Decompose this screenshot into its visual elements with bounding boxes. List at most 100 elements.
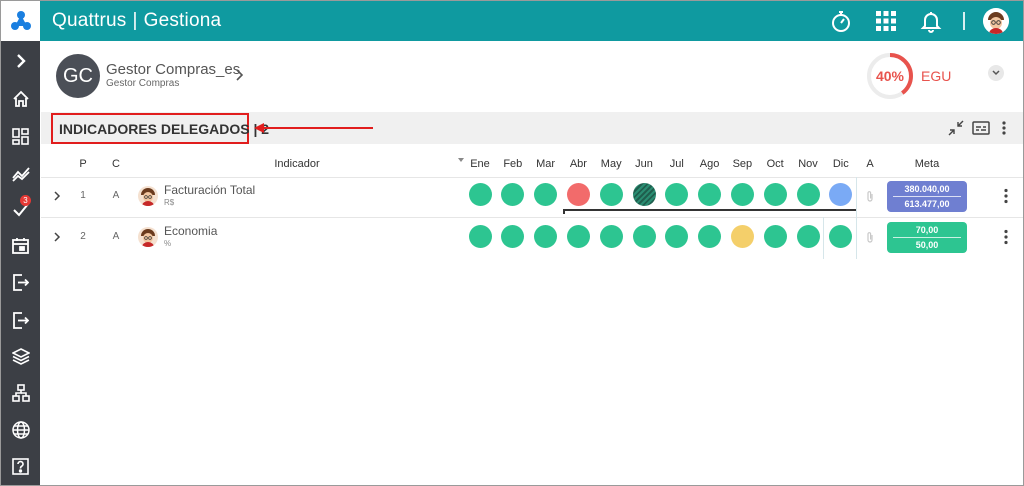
app-title: Quattrus | Gestiona <box>52 10 221 32</box>
trend-icon[interactable] <box>1 155 40 191</box>
status-dot-green[interactable] <box>501 225 525 248</box>
meta-value-bottom: 613.477,00 <box>904 199 950 209</box>
home-icon[interactable] <box>1 81 40 117</box>
topbar-divider <box>963 12 965 30</box>
status-dot-green[interactable] <box>763 225 787 248</box>
user-initials-avatar[interactable]: GC <box>56 54 100 98</box>
col-header-indicator[interactable]: Indicador <box>257 158 337 170</box>
sidebar-expand-icon[interactable] <box>1 43 40 79</box>
indicator-name[interactable]: Economia <box>164 224 217 238</box>
structure-icon[interactable] <box>1 375 40 411</box>
col-header-month[interactable]: May <box>596 158 626 170</box>
status-dot-green[interactable] <box>566 225 590 248</box>
user-name[interactable]: Gestor Compras_es <box>106 61 240 78</box>
header-divider <box>41 177 1023 178</box>
col-header-c[interactable]: C <box>110 158 122 170</box>
period-underline-tick <box>563 209 565 214</box>
col-header-month[interactable]: Feb <box>498 158 528 170</box>
row-menu-icon[interactable] <box>1003 229 1009 245</box>
col-header-month[interactable]: Jun <box>629 158 659 170</box>
progress-percent: 40% <box>875 68 905 84</box>
meta-box[interactable]: 380.040,00 613.477,00 <box>887 181 967 212</box>
section-menu-icon[interactable] <box>994 118 1014 138</box>
col-header-month[interactable]: Jul <box>662 158 692 170</box>
status-dot-green[interactable] <box>501 183 525 206</box>
status-dot-green[interactable] <box>534 225 558 248</box>
login-icon[interactable] <box>1 264 40 300</box>
col-header-month[interactable]: Sep <box>727 158 757 170</box>
meta-box[interactable]: 70,00 50,00 <box>887 222 967 253</box>
row2-guide <box>823 217 824 259</box>
status-dot-green[interactable] <box>468 225 492 248</box>
col-header-month[interactable]: Abr <box>563 158 593 170</box>
quattrus-logo[interactable] <box>1 1 40 41</box>
help-icon[interactable] <box>1 448 40 484</box>
chevron-down-icon <box>992 70 1000 76</box>
sort-down-icon[interactable] <box>457 157 465 163</box>
status-dot-green[interactable] <box>730 183 754 206</box>
status-dot-green[interactable] <box>468 183 492 206</box>
minimize-icon[interactable] <box>946 118 966 138</box>
app-module: Gestiona <box>143 10 222 31</box>
layers-icon[interactable] <box>1 338 40 374</box>
logout-icon[interactable] <box>1 302 40 338</box>
annotation-arrow-icon <box>254 123 373 133</box>
tasks-icon[interactable]: 3 <box>1 191 40 227</box>
collapse-header-button[interactable] <box>988 65 1004 81</box>
status-dot-red[interactable] <box>566 183 590 206</box>
status-dot-green[interactable] <box>632 225 656 248</box>
row-c: A <box>112 231 120 242</box>
row-divider <box>41 217 1023 218</box>
status-dot-green[interactable] <box>698 225 722 248</box>
col-header-p[interactable]: P <box>77 158 89 170</box>
logo-icon <box>10 11 31 30</box>
current-month-guide <box>856 177 857 259</box>
calendar-icon[interactable] <box>1 227 40 263</box>
row-menu-icon[interactable] <box>1003 188 1009 204</box>
expand-row-icon[interactable] <box>52 190 62 202</box>
col-header-month[interactable]: Ene <box>465 158 495 170</box>
status-dot-green[interactable] <box>599 225 623 248</box>
indicator-name[interactable]: Facturación Total <box>164 183 255 197</box>
app-name: Quattrus <box>52 10 127 31</box>
period-underline <box>563 209 856 211</box>
subtitles-icon[interactable] <box>971 118 991 138</box>
user-avatar-icon[interactable] <box>983 8 1009 34</box>
top-bar: Quattrus | Gestiona <box>1 1 1023 41</box>
col-header-month[interactable]: Nov <box>793 158 823 170</box>
status-dot-green[interactable] <box>665 183 689 206</box>
stopwatch-icon[interactable] <box>827 7 855 35</box>
row-p: 2 <box>80 231 86 242</box>
col-header-month[interactable]: Oct <box>760 158 790 170</box>
bell-icon[interactable] <box>917 7 945 35</box>
col-header-month[interactable]: Mar <box>531 158 561 170</box>
meta-value-bottom: 50,00 <box>915 240 939 250</box>
globe-icon[interactable] <box>1 412 40 448</box>
status-dot-green[interactable] <box>796 183 820 206</box>
progress-unit-label: EGU <box>921 68 952 84</box>
status-dot-green[interactable] <box>796 225 820 248</box>
col-header-a[interactable]: A <box>863 158 877 170</box>
apps-grid-icon[interactable] <box>872 7 900 35</box>
status-dot-green[interactable] <box>665 225 689 248</box>
owner-avatar-icon <box>138 227 158 247</box>
status-dot-green[interactable] <box>698 183 722 206</box>
status-dot-green[interactable] <box>599 183 623 206</box>
attachment-icon[interactable] <box>865 231 875 244</box>
owner-avatar-icon <box>138 186 158 206</box>
col-header-month[interactable]: Dic <box>826 158 856 170</box>
row-p: 1 <box>80 190 86 201</box>
status-dot-green[interactable] <box>534 183 558 206</box>
dashboard-icon[interactable] <box>1 118 40 154</box>
status-dot-blue[interactable] <box>829 183 853 206</box>
col-header-meta[interactable]: Meta <box>907 158 947 170</box>
col-header-month[interactable]: Ago <box>695 158 725 170</box>
chevron-right-icon[interactable] <box>235 69 245 81</box>
status-dot-green[interactable] <box>763 183 787 206</box>
status-dot-yellow[interactable] <box>730 225 754 248</box>
status-dot-green[interactable] <box>829 225 853 248</box>
attachment-icon[interactable] <box>865 190 875 203</box>
expand-row-icon[interactable] <box>52 231 62 243</box>
sidebar: 3 <box>1 41 40 485</box>
status-dot-striped[interactable] <box>632 183 656 206</box>
